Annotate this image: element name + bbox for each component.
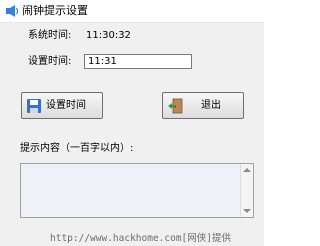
alarm-settings-window: 闹钟提示设置 系统时间: 11:30:32 设置时间: 设置时间 退出 提示内容… [0,0,264,246]
scroll-down-icon[interactable] [243,209,251,213]
title-bar: 闹钟提示设置 [0,0,264,23]
set-time-button[interactable]: 设置时间 [21,92,103,119]
watermark-text: http://www.hackhome.com[网侠]提供 [50,233,231,244]
exit-button-label: 退出 [201,100,221,111]
system-time-value: 11:30:32 [86,30,131,41]
set-time-button-label: 设置时间 [46,100,86,111]
exit-button[interactable]: 退出 [162,92,244,119]
speaker-icon [4,3,20,19]
save-icon [26,98,42,114]
scroll-up-icon[interactable] [243,168,251,172]
vertical-scrollbar[interactable] [240,164,253,217]
message-textarea[interactable] [20,163,254,218]
window-title: 闹钟提示设置 [22,4,88,17]
message-label: 提示内容（一百字以内）: [20,143,134,154]
system-time-label: 系统时间: [28,30,72,41]
set-time-input[interactable] [84,54,192,69]
set-time-label: 设置时间: [28,56,72,67]
exit-door-icon [167,98,183,114]
